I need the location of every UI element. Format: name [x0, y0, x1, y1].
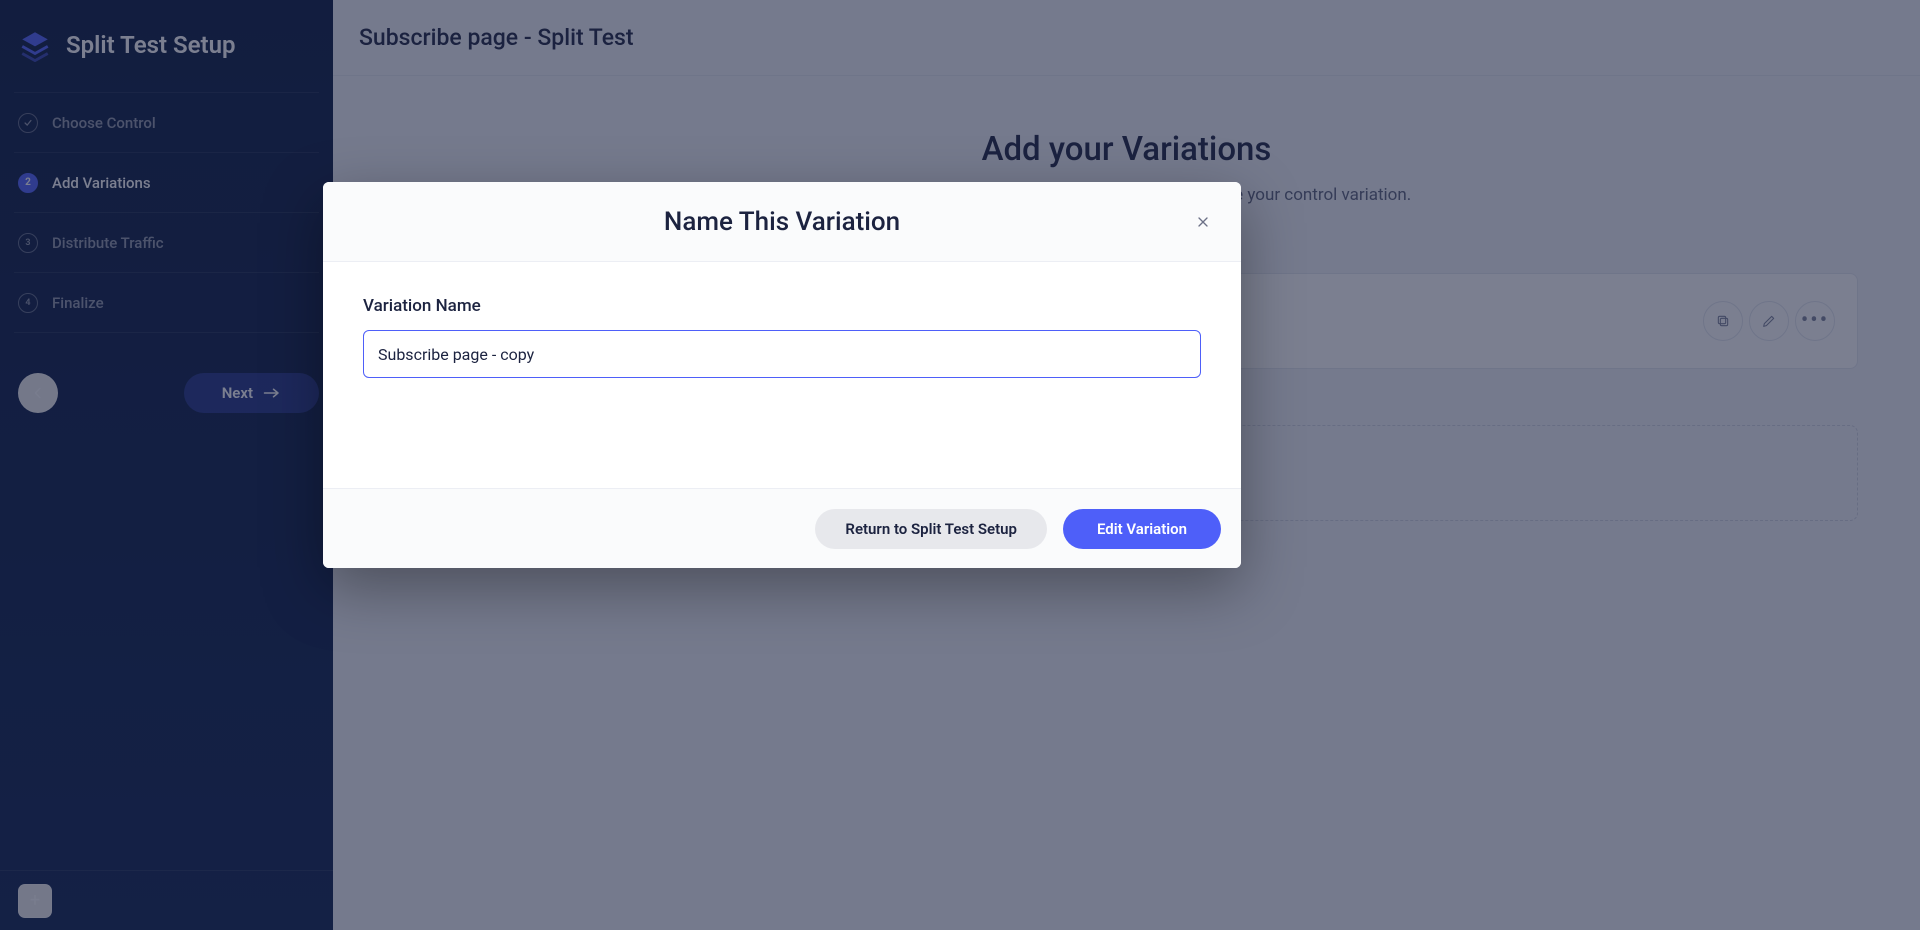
modal-close-button[interactable]	[1187, 206, 1219, 238]
modal-title: Name This Variation	[664, 207, 900, 237]
return-button[interactable]: Return to Split Test Setup	[815, 509, 1047, 549]
modal-footer: Return to Split Test Setup Edit Variatio…	[323, 488, 1241, 568]
variation-name-input[interactable]	[363, 330, 1201, 378]
modal-body: Variation Name	[323, 262, 1241, 488]
edit-variation-button[interactable]: Edit Variation	[1063, 509, 1221, 549]
name-variation-modal: Name This Variation Variation Name Retur…	[323, 182, 1241, 568]
modal-header: Name This Variation	[323, 182, 1241, 262]
close-icon	[1195, 214, 1211, 230]
variation-name-label: Variation Name	[363, 296, 481, 316]
